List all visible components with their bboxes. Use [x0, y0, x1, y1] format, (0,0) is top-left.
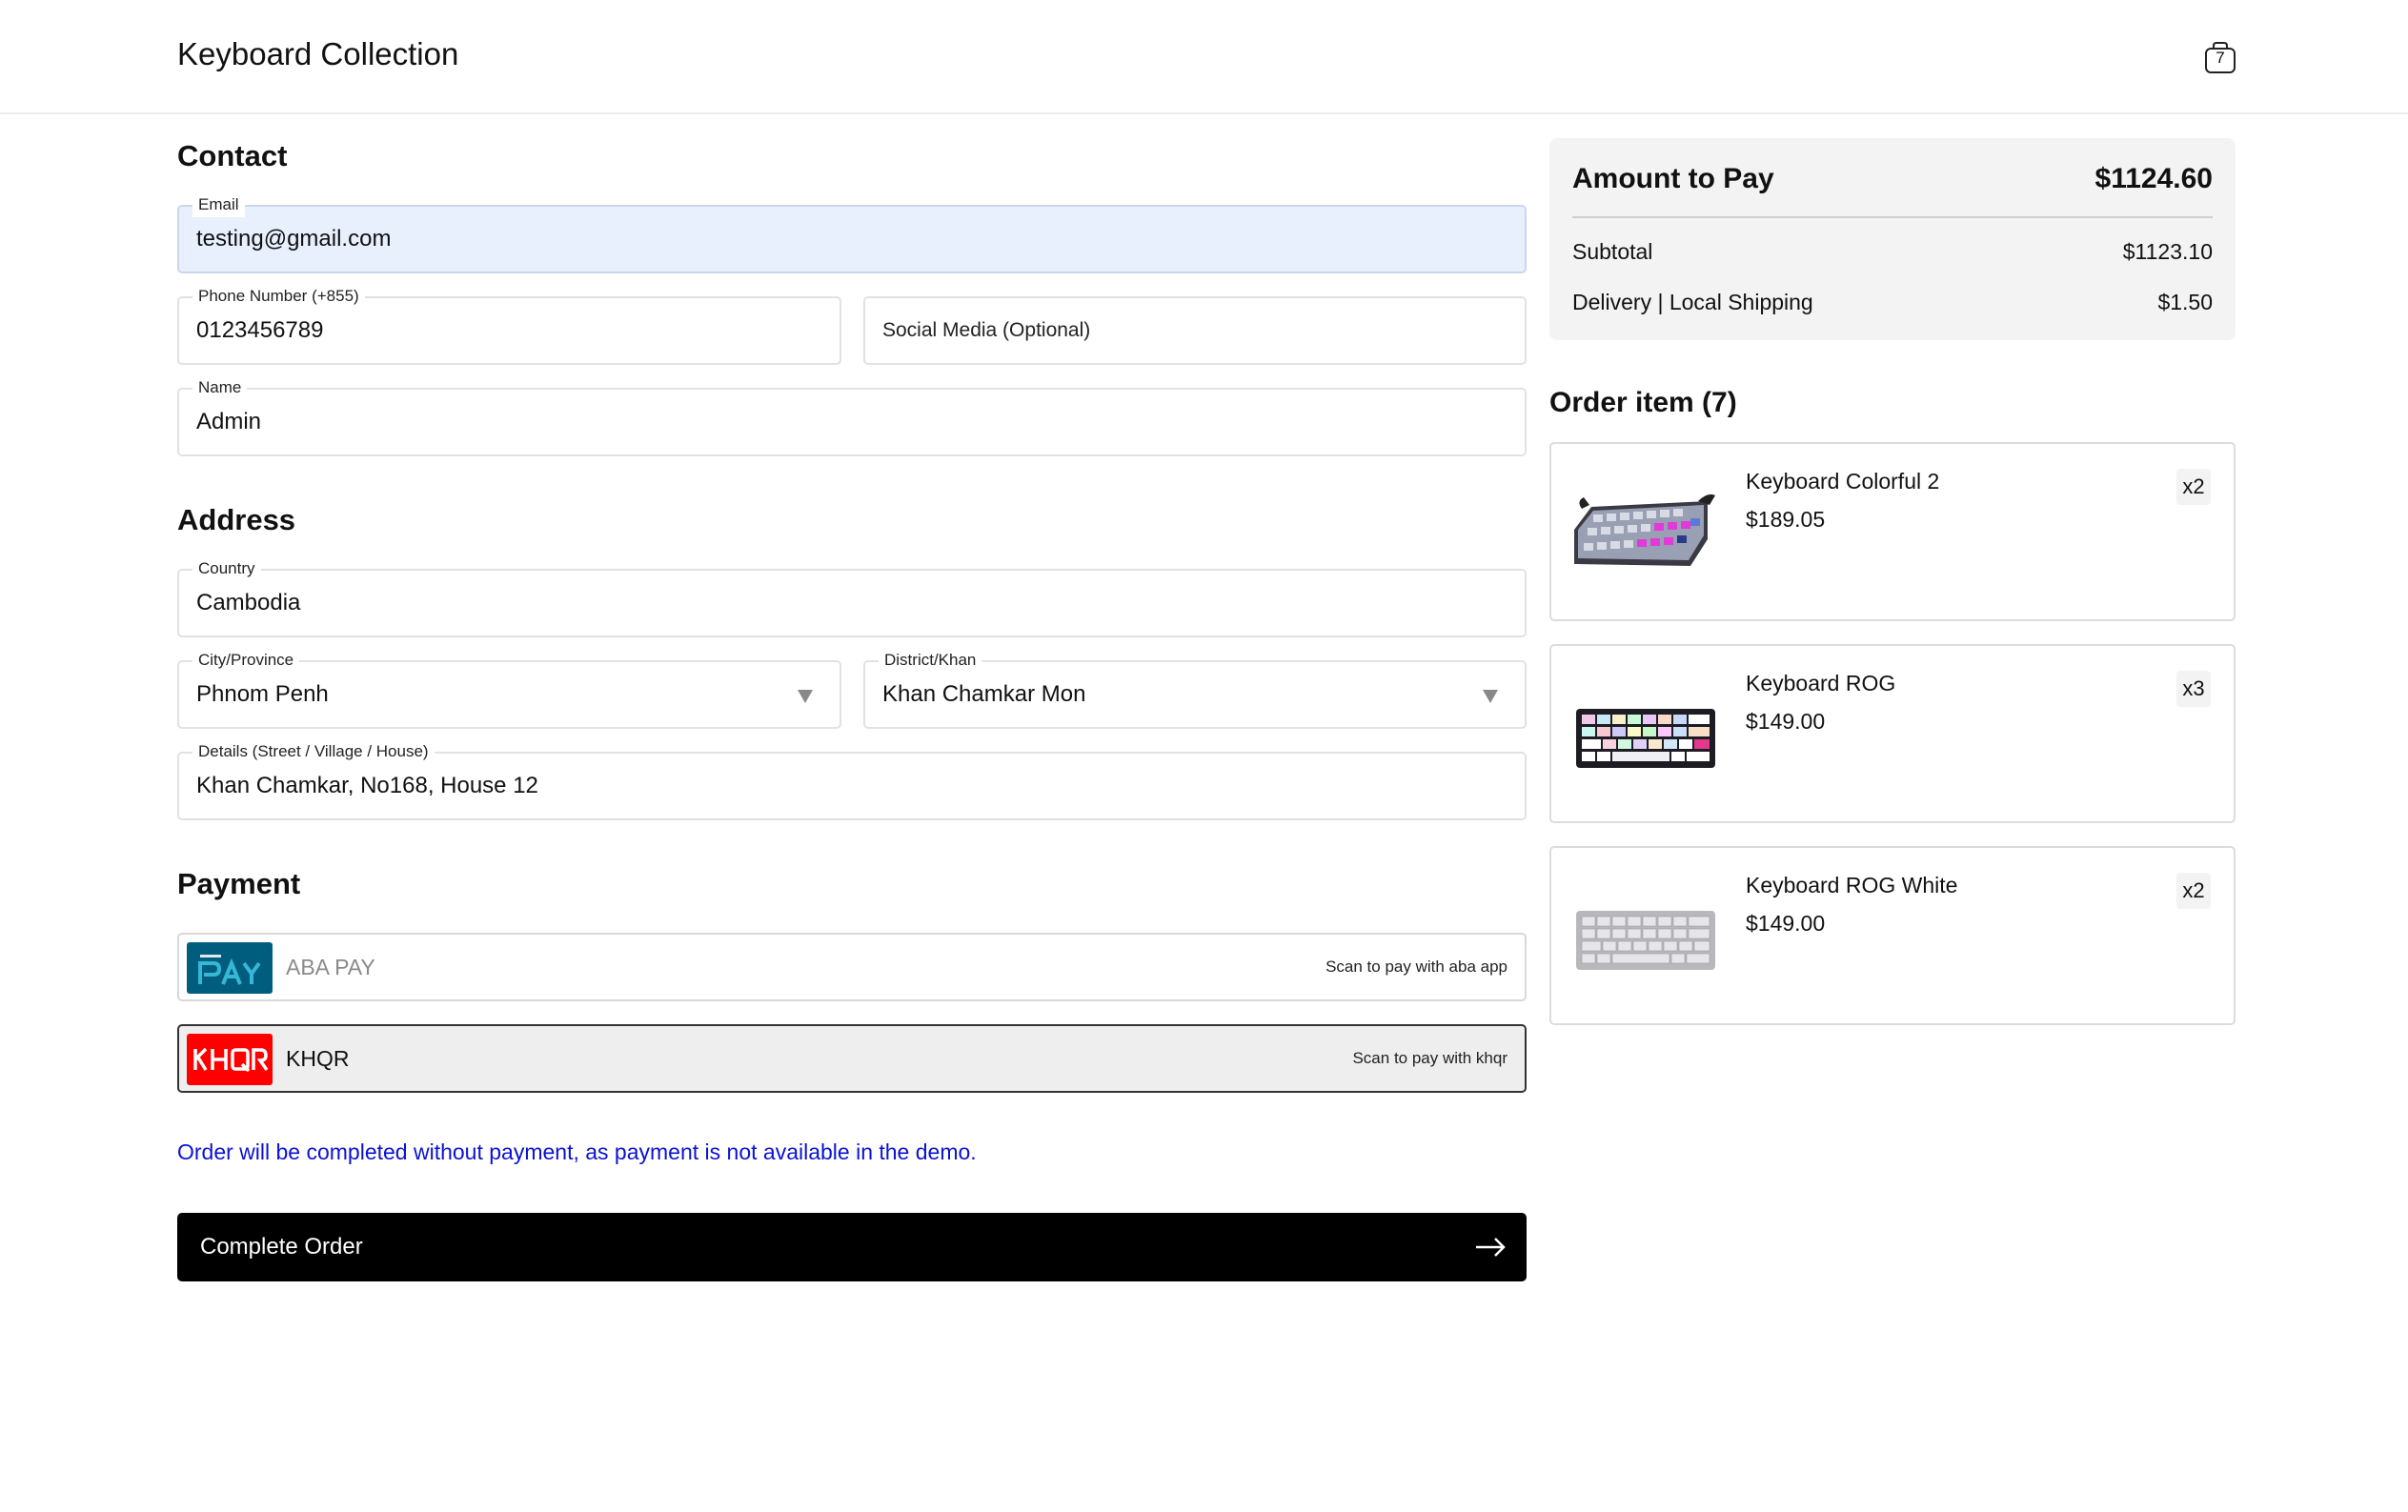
country-value: Cambodia [196, 590, 301, 615]
cart-button[interactable]: 7 [2203, 40, 2237, 74]
district-khan-value: Khan Chamkar Mon [882, 681, 1086, 707]
item-quantity-badge: x2 [2176, 873, 2211, 909]
order-item[interactable]: Keyboard ROG White $149.00 x2 [1549, 846, 2236, 1025]
country-field[interactable]: Country Cambodia [177, 556, 1527, 637]
demo-payment-notice: Order will be completed without payment,… [177, 1139, 977, 1164]
city-province-select[interactable]: City/Province Phnom Penh [177, 648, 841, 729]
item-name: Keyboard Colorful 2 [1746, 469, 1940, 494]
order-summary-panel: Amount to Pay $1124.60 Subtotal $1123.10… [1549, 138, 2236, 340]
keyboard-rog-image [1576, 709, 1715, 768]
social-media-field[interactable]: Social Media (Optional) [863, 296, 1527, 365]
address-details-value: Khan Chamkar, No168, House 12 [196, 773, 538, 798]
name-value: Admin [196, 409, 262, 434]
order-item[interactable]: Keyboard ROG $149.00 x3 [1549, 644, 2236, 823]
aba-pay-logo [187, 942, 273, 994]
payment-title: Payment [177, 867, 301, 900]
subtotal-value: $1123.10 [2122, 239, 2213, 264]
item-quantity-badge: x2 [2176, 469, 2211, 505]
payment-option-khqr[interactable]: KHQR Scan to pay with khqr [177, 1024, 1527, 1093]
khqr-name: KHQR [286, 1045, 350, 1071]
keyboard-rog-white-image [1576, 911, 1715, 970]
arrow-right-icon [1476, 1238, 1506, 1257]
delivery-label: Delivery | Local Shipping [1572, 290, 1813, 314]
order-item[interactable]: Keyboard Colorful 2 $189.05 x2 [1549, 442, 2236, 621]
complete-order-button[interactable]: Complete Order [177, 1213, 1527, 1281]
amount-to-pay-value: $1124.60 [2094, 163, 2213, 194]
district-khan-select[interactable]: District/Khan Khan Chamkar Mon [863, 648, 1527, 729]
contact-title: Contact [177, 139, 288, 172]
address-title: Address [177, 503, 296, 536]
amount-to-pay-label: Amount to Pay [1572, 163, 1774, 194]
item-price: $189.05 [1746, 507, 1826, 532]
complete-order-label: Complete Order [200, 1234, 363, 1260]
name-field[interactable]: Name Admin [177, 375, 1527, 456]
keyboard-colorful-image [1574, 494, 1715, 566]
aba-pay-note: Scan to pay with aba app [1325, 958, 1508, 976]
phone-value: 0123456789 [196, 317, 324, 343]
khqr-note: Scan to pay with khqr [1352, 1049, 1508, 1067]
dropdown-caret-icon [1483, 690, 1498, 703]
item-price: $149.00 [1746, 709, 1826, 734]
city-province-value: Phnom Penh [196, 681, 329, 707]
item-name: Keyboard ROG White [1746, 873, 1958, 897]
aba-pay-name: ABA PAY [286, 954, 375, 979]
summary-divider [1572, 216, 2213, 218]
brand-title[interactable]: Keyboard Collection [177, 36, 458, 72]
item-name: Keyboard ROG [1746, 671, 1896, 696]
item-price: $149.00 [1746, 911, 1826, 936]
top-header: Keyboard Collection 7 [0, 0, 2408, 114]
dropdown-caret-icon [798, 690, 813, 703]
social-media-placeholder: Social Media (Optional) [882, 319, 1091, 341]
subtotal-label: Subtotal [1572, 239, 1653, 264]
item-quantity-badge: x3 [2176, 671, 2211, 707]
khqr-logo [187, 1034, 273, 1085]
cart-count: 7 [2216, 49, 2225, 67]
delivery-value: $1.50 [2157, 290, 2213, 314]
order-items-title: Order item (7) [1549, 387, 1737, 418]
email-field[interactable]: Email testing@gmail.com [177, 192, 1527, 273]
email-value: testing@gmail.com [196, 226, 392, 252]
address-details-field[interactable]: Details (Street / Village / House) Khan … [177, 739, 1527, 820]
phone-field[interactable]: Phone Number (+855) 0123456789 [177, 284, 841, 365]
payment-option-aba-pay[interactable]: ABA PAY Scan to pay with aba app [177, 933, 1527, 1001]
